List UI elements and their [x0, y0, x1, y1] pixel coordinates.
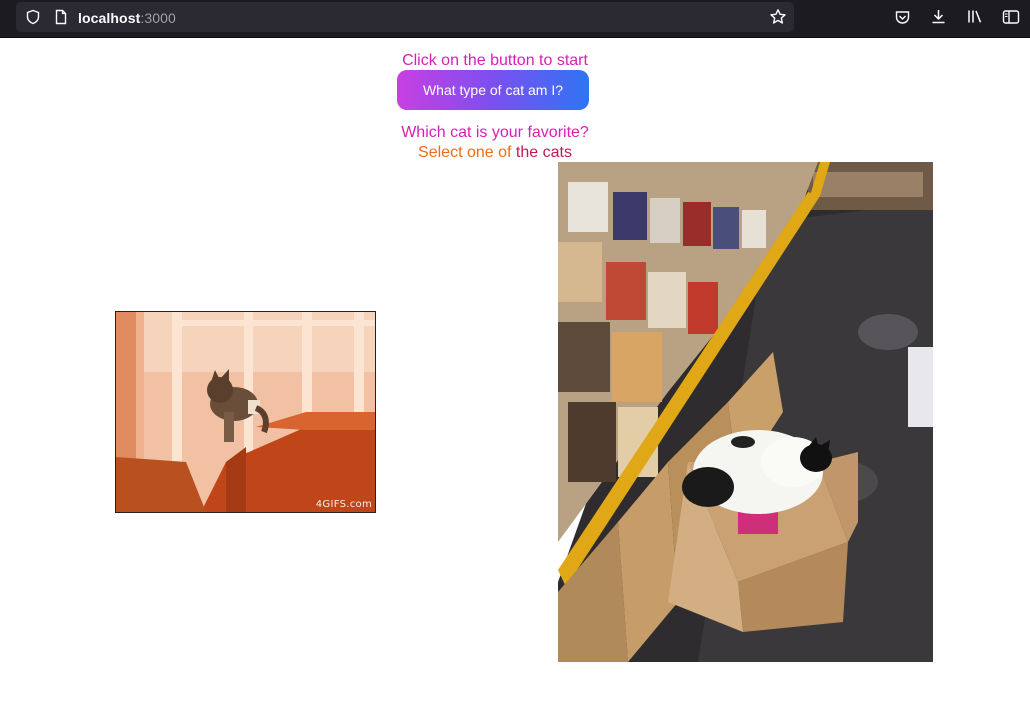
url-host: localhost — [78, 10, 141, 26]
cat-option-stairs[interactable]: 4GIFS.com — [115, 311, 376, 513]
download-icon[interactable] — [930, 8, 947, 25]
cat-stairs-image — [116, 312, 375, 512]
sidebar-icon[interactable] — [1002, 9, 1020, 25]
cat-option-record-store[interactable] — [558, 162, 933, 662]
select-suffix: the cats — [515, 144, 572, 161]
favorite-question: Which cat is your favorite? — [401, 124, 589, 141]
cat-record-store-image — [558, 162, 933, 662]
cat-quiz-button[interactable]: What type of cat am I? — [397, 70, 589, 110]
pocket-icon[interactable] — [894, 9, 911, 26]
select-instruction: Select one of the cats — [0, 143, 990, 163]
library-icon[interactable] — [966, 8, 984, 25]
browser-toolbar: localhost:3000 — [0, 0, 1030, 38]
url-port: :3000 — [140, 10, 176, 26]
url-text[interactable]: localhost:3000 — [78, 10, 176, 26]
select-prefix: Select one of — [418, 144, 512, 161]
intro-text: Click on the button to start — [402, 52, 588, 69]
shield-icon[interactable] — [25, 9, 41, 25]
page-content: Click on the button to start What type o… — [0, 38, 1030, 704]
address-bar[interactable]: localhost:3000 — [16, 2, 794, 32]
gif-watermark: 4GIFS.com — [315, 499, 372, 510]
bookmark-star-icon[interactable] — [769, 8, 787, 26]
page-icon — [55, 9, 67, 25]
